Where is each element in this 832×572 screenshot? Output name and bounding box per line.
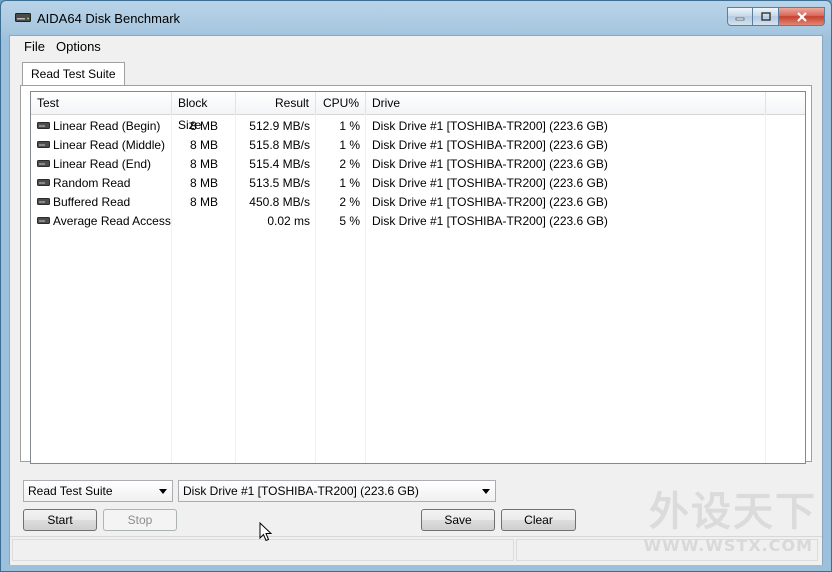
menu-file[interactable]: File bbox=[24, 39, 45, 54]
cell-test: Linear Read (Begin) bbox=[31, 117, 172, 136]
cell-result: 515.8 MB/s bbox=[249, 138, 310, 152]
cell-cpu: 1 % bbox=[339, 176, 360, 190]
cell-result: 0.02 ms bbox=[267, 214, 310, 228]
cell-block-size bbox=[172, 212, 224, 231]
cell-test: Random Read bbox=[31, 174, 172, 193]
cell-block-size: 8 MB bbox=[189, 195, 218, 209]
cell-drive: Disk Drive #1 [TOSHIBA-TR200] (223.6 GB) bbox=[372, 214, 608, 228]
table-row[interactable]: Linear Read (End) 8 MB 515.4 MB/s 2 % Di… bbox=[31, 155, 805, 174]
table-row[interactable]: Buffered Read 8 MB 450.8 MB/s 2 % Disk D… bbox=[31, 193, 805, 212]
cell-drive: Disk Drive #1 [TOSHIBA-TR200] (223.6 GB) bbox=[372, 138, 608, 152]
clear-button[interactable]: Clear bbox=[501, 509, 576, 531]
cell-cpu: 2 % bbox=[339, 157, 360, 171]
table-row[interactable]: Random Read 8 MB 513.5 MB/s 1 % Disk Dri… bbox=[31, 174, 805, 193]
cell-test-label: Linear Read (Middle) bbox=[53, 138, 166, 152]
maximize-icon bbox=[760, 12, 771, 21]
cell-result: 513.5 MB/s bbox=[249, 176, 310, 190]
cell-test: Buffered Read bbox=[31, 193, 172, 212]
drive-icon bbox=[37, 160, 50, 168]
cell-test: Linear Read (End) bbox=[31, 155, 172, 174]
cell-drive: Disk Drive #1 [TOSHIBA-TR200] (223.6 GB) bbox=[372, 195, 608, 209]
table-row[interactable]: Linear Read (Middle) 8 MB 515.8 MB/s 1 %… bbox=[31, 136, 805, 155]
dropdown-arrow-icon bbox=[159, 489, 167, 494]
menu-options[interactable]: Options bbox=[56, 39, 101, 54]
app-window: AIDA64 Disk Benchmark File Options Read … bbox=[0, 0, 832, 572]
cell-result: 515.4 MB/s bbox=[249, 157, 310, 171]
column-header-filler bbox=[766, 92, 805, 114]
cell-cpu: 5 % bbox=[339, 214, 360, 228]
results-table[interactable]: Test Block Size Result CPU% Drive Linear… bbox=[30, 91, 806, 464]
cell-test-label: Linear Read (Begin) bbox=[53, 119, 161, 133]
drive-select-value: Disk Drive #1 [TOSHIBA-TR200] (223.6 GB) bbox=[183, 484, 419, 498]
cell-drive: Disk Drive #1 [TOSHIBA-TR200] (223.6 GB) bbox=[372, 119, 608, 133]
column-header-drive[interactable]: Drive bbox=[366, 92, 766, 114]
title-bar[interactable]: AIDA64 Disk Benchmark bbox=[1, 1, 831, 35]
suite-select-value: Read Test Suite bbox=[28, 484, 113, 498]
cell-cpu: 1 % bbox=[339, 138, 360, 152]
suite-select[interactable]: Read Test Suite bbox=[23, 480, 173, 502]
close-button[interactable] bbox=[779, 7, 825, 26]
cell-block-size: 8 MB bbox=[189, 157, 218, 171]
watermark-url: WWW.WSTX.COM bbox=[643, 536, 813, 555]
cell-cpu: 2 % bbox=[339, 195, 360, 209]
close-icon bbox=[796, 11, 807, 22]
stop-button[interactable]: Stop bbox=[103, 509, 177, 531]
drive-icon bbox=[37, 122, 50, 130]
table-row[interactable]: Linear Read (Begin) 8 MB 512.9 MB/s 1 % … bbox=[31, 117, 805, 136]
cell-block-size: 8 MB bbox=[189, 119, 218, 133]
minimize-icon bbox=[735, 17, 745, 20]
cell-drive: Disk Drive #1 [TOSHIBA-TR200] (223.6 GB) bbox=[372, 157, 608, 171]
column-header-test[interactable]: Test bbox=[31, 92, 172, 114]
tab-panel: Test Block Size Result CPU% Drive Linear… bbox=[20, 85, 812, 464]
caption-buttons bbox=[727, 7, 825, 26]
start-button[interactable]: Start bbox=[23, 509, 97, 531]
cell-test-label: Linear Read (End) bbox=[53, 157, 152, 171]
cell-test-label: Random Read bbox=[53, 176, 131, 190]
cell-block-size: 8 MB bbox=[189, 176, 218, 190]
menu-bar: File Options bbox=[10, 36, 822, 56]
watermark-logo-text: 外设天下 bbox=[649, 489, 817, 535]
drive-icon bbox=[37, 198, 50, 206]
cell-test: Average Read Access bbox=[31, 212, 172, 231]
table-header: Test Block Size Result CPU% Drive bbox=[31, 92, 805, 132]
column-header-result[interactable]: Result bbox=[236, 92, 316, 114]
table-row[interactable]: Average Read Access 0.02 ms 5 % Disk Dri… bbox=[31, 212, 805, 231]
cell-result: 450.8 MB/s bbox=[249, 195, 310, 209]
dropdown-arrow-icon bbox=[482, 489, 490, 494]
column-header-block-size[interactable]: Block Size bbox=[172, 92, 236, 132]
cell-test-label: Buffered Read bbox=[53, 195, 131, 209]
mouse-cursor-icon bbox=[259, 522, 273, 542]
column-header-cpu[interactable]: CPU% bbox=[316, 92, 366, 114]
cell-cpu: 1 % bbox=[339, 119, 360, 133]
drive-icon bbox=[15, 13, 31, 22]
tab-strip: Read Test Suite bbox=[10, 58, 822, 86]
drive-select[interactable]: Disk Drive #1 [TOSHIBA-TR200] (223.6 GB) bbox=[178, 480, 496, 502]
cell-test-label: Average Read Access bbox=[53, 214, 171, 228]
maximize-button[interactable] bbox=[753, 7, 779, 26]
cell-test: Linear Read (Middle) bbox=[31, 136, 172, 155]
minimize-button[interactable] bbox=[727, 7, 753, 26]
tab-read-test-suite[interactable]: Read Test Suite bbox=[22, 62, 125, 86]
cell-block-size: 8 MB bbox=[189, 138, 218, 152]
drive-icon bbox=[37, 217, 50, 225]
drive-icon bbox=[37, 141, 50, 149]
window-title: AIDA64 Disk Benchmark bbox=[37, 11, 181, 26]
save-button[interactable]: Save bbox=[421, 509, 495, 531]
cell-drive: Disk Drive #1 [TOSHIBA-TR200] (223.6 GB) bbox=[372, 176, 608, 190]
status-pane-left bbox=[12, 539, 514, 561]
drive-icon bbox=[37, 179, 50, 187]
cell-result: 512.9 MB/s bbox=[249, 119, 310, 133]
